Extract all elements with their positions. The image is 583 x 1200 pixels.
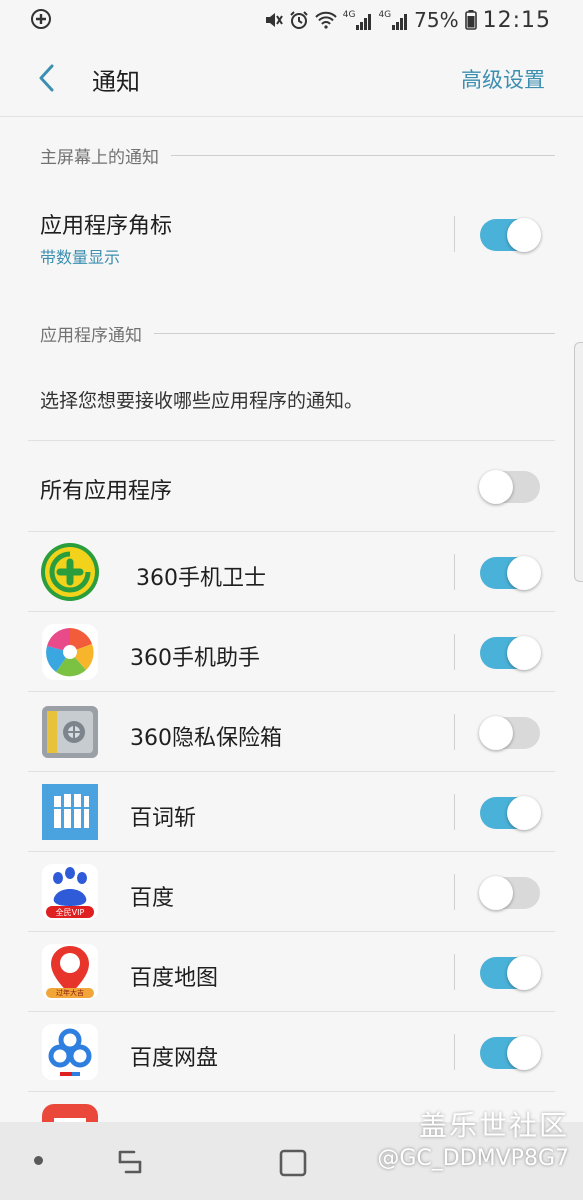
app-badge-title: 应用程序角标 bbox=[40, 214, 173, 239]
back-button[interactable] bbox=[28, 58, 64, 98]
baidu-map-icon: 过年大吉 bbox=[40, 942, 100, 1002]
app-row-360-safe-box[interactable]: 360隐私保险箱 bbox=[28, 691, 555, 772]
row-separator bbox=[454, 874, 455, 910]
app-name: 百度网盘 bbox=[130, 1046, 219, 1071]
baidu-netdisk-icon bbox=[42, 1024, 98, 1080]
app-name: 360手机卫士 bbox=[136, 566, 266, 591]
baidu-map-icon-text: 过年大吉 bbox=[56, 989, 84, 997]
toggle-knob bbox=[479, 470, 513, 504]
app-toggle-360-safe-box[interactable] bbox=[479, 716, 540, 750]
row-separator bbox=[454, 794, 455, 830]
baidu-icon-text: 全民VIP bbox=[55, 908, 85, 917]
nav-hide-dot-button[interactable] bbox=[34, 1156, 43, 1165]
section-divider bbox=[171, 154, 555, 156]
toggle-knob bbox=[507, 218, 541, 252]
app-badge-subtitle: 带数量显示 bbox=[40, 248, 121, 267]
app-toggle-baidu-map[interactable] bbox=[480, 956, 541, 990]
app-toggle-360-assistant[interactable] bbox=[480, 636, 541, 670]
mute-icon bbox=[265, 13, 283, 27]
app-row-baidu-map[interactable]: 过年大吉 百度地图 bbox=[28, 931, 555, 1012]
toggle-knob bbox=[479, 716, 513, 750]
data-saver-icon bbox=[31, 9, 51, 29]
status-icons: 4G 4G 75% 12:15 bbox=[263, 6, 551, 34]
row-separator bbox=[454, 954, 455, 990]
app-toggle-360-security[interactable] bbox=[480, 556, 541, 590]
app-row-baicizhan[interactable]: 百词斩 bbox=[28, 771, 555, 852]
app-notifications-description: 选择您想要接收哪些应用程序的通知。 bbox=[40, 390, 364, 412]
section-divider bbox=[154, 332, 555, 334]
section-header-text: 主屏幕上的通知 bbox=[40, 147, 159, 168]
signal-bars-icon bbox=[392, 14, 408, 30]
notification-settings-screen: 4G 4G 75% 12:15 通知 高级设置 主屏幕上的通知 应用程序角标 带… bbox=[0, 0, 583, 1200]
app-name: 百度 bbox=[130, 886, 175, 911]
app-name: 360手机助手 bbox=[130, 646, 260, 671]
app-bar: 通知 高级设置 bbox=[0, 40, 583, 117]
360-security-icon bbox=[41, 543, 99, 601]
all-apps-label: 所有应用程序 bbox=[40, 479, 173, 504]
signal-1: 4G bbox=[343, 10, 373, 30]
app-name: 百词斩 bbox=[130, 806, 197, 831]
wifi-icon bbox=[315, 11, 337, 29]
battery-percent: 75% bbox=[414, 8, 459, 32]
app-name: 百度地图 bbox=[130, 966, 219, 991]
row-separator bbox=[454, 714, 455, 750]
home-button-icon[interactable] bbox=[278, 1148, 308, 1178]
app-toggle-baicizhan[interactable] bbox=[480, 796, 541, 830]
row-separator bbox=[454, 634, 455, 670]
toggle-knob bbox=[507, 556, 541, 590]
advanced-settings-button[interactable]: 高级设置 bbox=[461, 64, 545, 94]
signal-bars-icon bbox=[356, 14, 372, 30]
app-row-baidu[interactable]: 全民VIP 百度 bbox=[28, 851, 555, 932]
360-safe-box-icon bbox=[42, 706, 98, 758]
toggle-knob bbox=[507, 636, 541, 670]
toggle-knob bbox=[479, 876, 513, 910]
section-header-text: 应用程序通知 bbox=[40, 325, 142, 346]
app-name: 360隐私保险箱 bbox=[130, 726, 282, 751]
alarm-icon bbox=[290, 11, 308, 29]
row-separator bbox=[454, 1034, 455, 1070]
toggle-knob bbox=[507, 796, 541, 830]
battery-icon bbox=[464, 10, 477, 30]
status-bar: 4G 4G 75% 12:15 bbox=[0, 0, 583, 40]
signal-2: 4G bbox=[378, 10, 408, 30]
chevron-left-icon bbox=[39, 64, 54, 92]
baidu-icon: 全民VIP bbox=[40, 862, 100, 922]
app-badge-row[interactable]: 应用程序角标 带数量显示 bbox=[28, 192, 555, 288]
app-toggle-baidu[interactable] bbox=[479, 876, 540, 910]
watermark-user: @GC_DDMVP8G7 bbox=[377, 1146, 569, 1171]
app-row-baidu-netdisk[interactable]: 百度网盘 bbox=[28, 1011, 555, 1092]
app-row-360-assistant[interactable]: 360手机助手 bbox=[28, 611, 555, 692]
section-header-home: 主屏幕上的通知 bbox=[40, 140, 555, 170]
recent-apps-icon[interactable] bbox=[112, 1146, 148, 1178]
baicizhan-icon bbox=[42, 784, 98, 840]
network-type-label: 4G bbox=[378, 10, 392, 20]
app-toggle-baidu-netdisk[interactable] bbox=[480, 1036, 541, 1070]
clock-time: 12:15 bbox=[482, 7, 551, 33]
app-row-360-security[interactable]: 360手机卫士 bbox=[28, 531, 555, 612]
360-assistant-icon bbox=[42, 624, 98, 680]
all-apps-toggle[interactable] bbox=[479, 470, 540, 504]
page-title: 通知 bbox=[92, 68, 140, 96]
section-header-apps: 应用程序通知 bbox=[40, 318, 555, 348]
row-separator bbox=[454, 216, 455, 252]
toggle-knob bbox=[507, 956, 541, 990]
row-separator bbox=[454, 554, 455, 590]
edge-panel-handle[interactable] bbox=[574, 342, 583, 582]
watermark-site: 盖乐世社区 bbox=[418, 1109, 569, 1142]
app-badge-toggle[interactable] bbox=[480, 218, 541, 252]
toggle-knob bbox=[507, 1036, 541, 1070]
all-apps-row[interactable]: 所有应用程序 bbox=[28, 440, 555, 531]
network-type-label: 4G bbox=[342, 10, 356, 20]
